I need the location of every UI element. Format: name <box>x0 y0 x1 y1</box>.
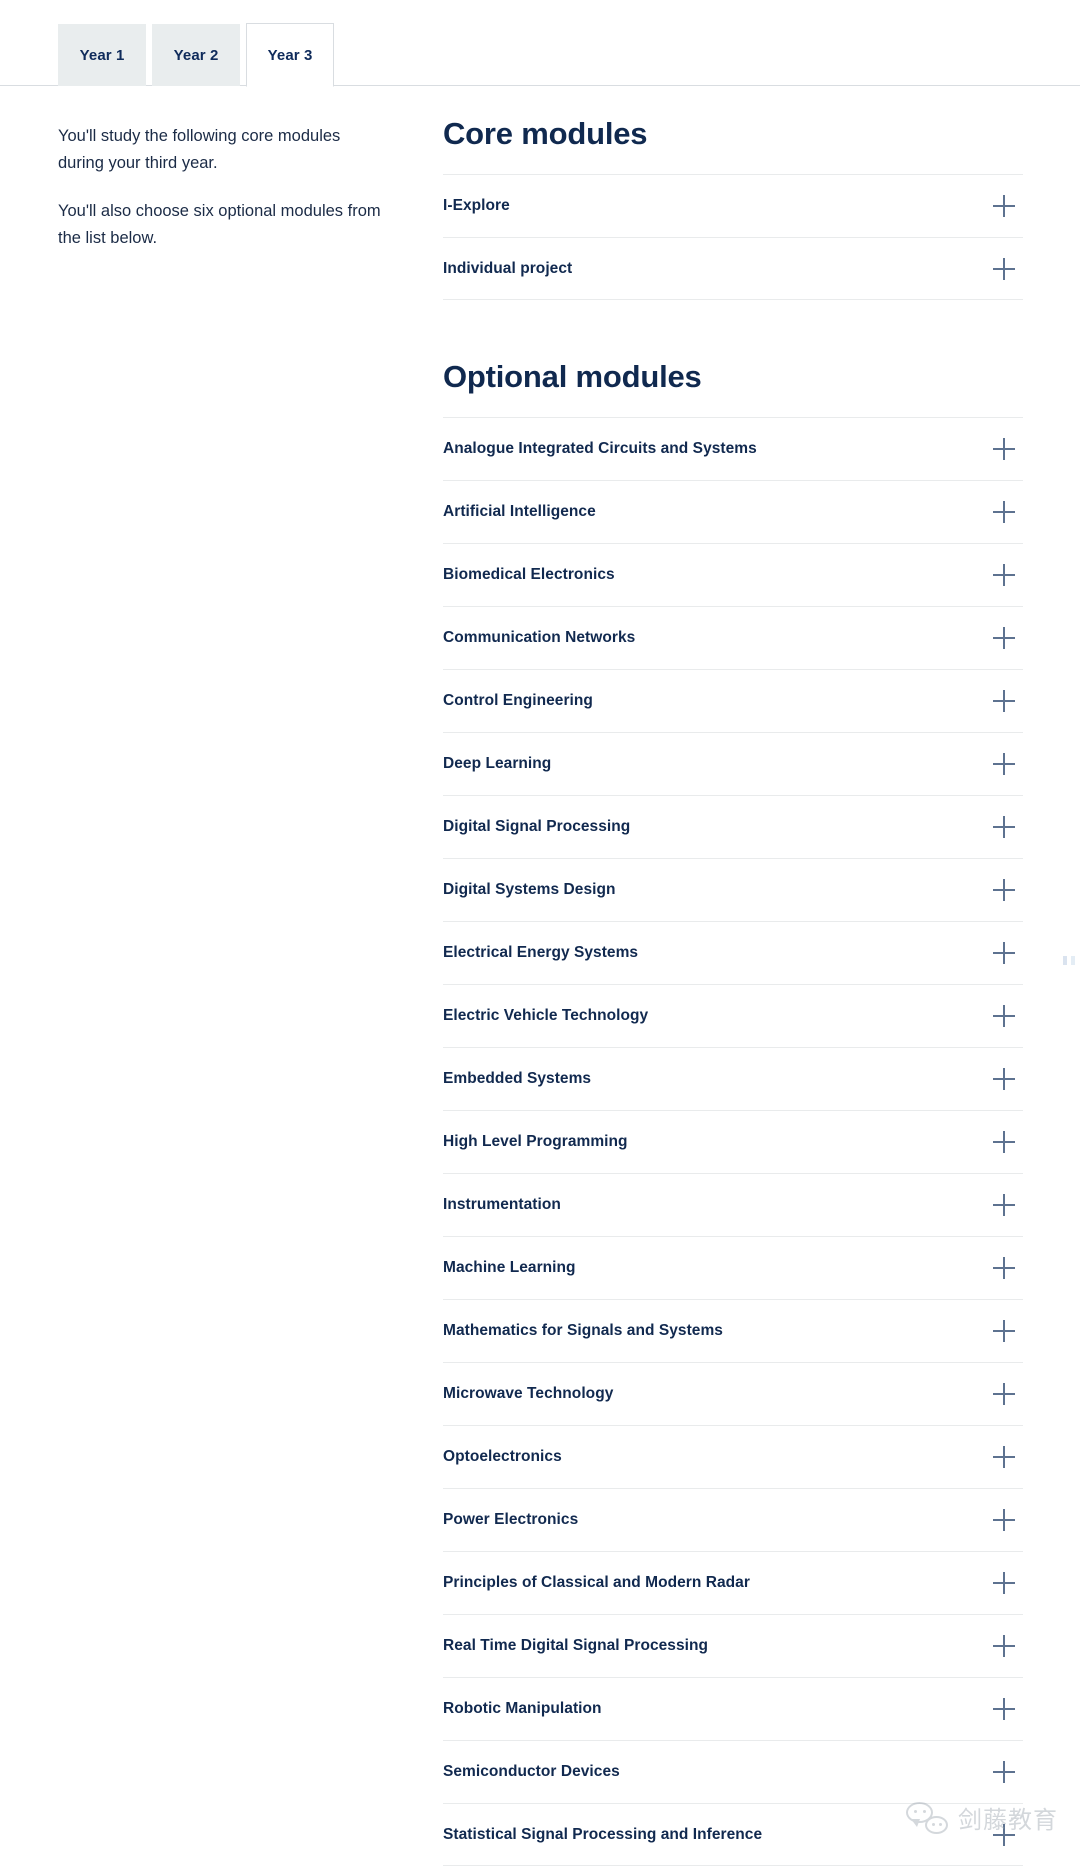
plus-icon[interactable] <box>993 1509 1015 1532</box>
accordion-item-optional-19[interactable]: Principles of Classical and Modern Radar <box>443 1551 1023 1614</box>
core-modules-heading: Core modules <box>443 116 648 151</box>
plus-icon[interactable] <box>993 942 1015 965</box>
module-title: Principles of Classical and Modern Radar <box>443 1574 750 1592</box>
plus-icon[interactable] <box>993 627 1015 650</box>
plus-icon[interactable] <box>993 564 1015 587</box>
module-title: Power Electronics <box>443 1511 579 1529</box>
accordion-item-optional-15[interactable]: Mathematics for Signals and Systems <box>443 1299 1023 1362</box>
accordion-item-optional-17[interactable]: Optoelectronics <box>443 1425 1023 1488</box>
module-title: Digital Systems Design <box>443 881 616 899</box>
module-title: Embedded Systems <box>443 1070 592 1088</box>
tab-year-1[interactable]: Year 1 <box>58 24 146 86</box>
optional-modules-accordion: Analogue Integrated Circuits and Systems… <box>443 417 1023 1867</box>
module-title: Mathematics for Signals and Systems <box>443 1322 723 1340</box>
plus-icon[interactable] <box>993 438 1015 461</box>
accordion-item-optional-5[interactable]: Control Engineering <box>443 669 1023 732</box>
module-title: High Level Programming <box>443 1133 628 1151</box>
intro-paragraph-2: You'll also choose six optional modules … <box>58 202 381 248</box>
accordion-item-optional-23[interactable]: Statistical Signal Processing and Infere… <box>443 1803 1023 1867</box>
plus-icon[interactable] <box>993 816 1015 839</box>
tab-year-2[interactable]: Year 2 <box>152 24 240 86</box>
module-title: Optoelectronics <box>443 1448 562 1466</box>
module-title: Real Time Digital Signal Processing <box>443 1637 709 1655</box>
plus-icon[interactable] <box>993 1194 1015 1217</box>
accordion-item-core-1[interactable]: I-Explore <box>443 174 1023 237</box>
module-title: Electric Vehicle Technology <box>443 1007 649 1025</box>
accordion-item-optional-21[interactable]: Robotic Manipulation <box>443 1677 1023 1740</box>
tab-year-1-label: Year 1 <box>79 47 125 64</box>
plus-icon[interactable] <box>993 1383 1015 1406</box>
plus-icon[interactable] <box>993 1823 1015 1846</box>
module-title: Semiconductor Devices <box>443 1763 620 1781</box>
module-title: I-Explore <box>443 197 510 215</box>
plus-icon[interactable] <box>993 1068 1015 1091</box>
accordion-item-optional-3[interactable]: Biomedical Electronics <box>443 543 1023 606</box>
module-title: Deep Learning <box>443 755 552 773</box>
accordion-item-optional-11[interactable]: Embedded Systems <box>443 1047 1023 1110</box>
edge-artifact <box>1062 952 1080 970</box>
accordion-item-optional-4[interactable]: Communication Networks <box>443 606 1023 669</box>
plus-icon[interactable] <box>993 1257 1015 1280</box>
accordion-item-optional-18[interactable]: Power Electronics <box>443 1488 1023 1551</box>
module-title: Biomedical Electronics <box>443 566 615 584</box>
plus-icon[interactable] <box>993 879 1015 902</box>
tab-year-2-label: Year 2 <box>173 47 219 64</box>
accordion-item-optional-12[interactable]: High Level Programming <box>443 1110 1023 1173</box>
accordion-item-optional-10[interactable]: Electric Vehicle Technology <box>443 984 1023 1047</box>
plus-icon[interactable] <box>993 690 1015 713</box>
tab-year-3[interactable]: Year 3 <box>246 23 334 87</box>
plus-icon[interactable] <box>993 1320 1015 1343</box>
plus-icon[interactable] <box>993 1131 1015 1154</box>
plus-icon[interactable] <box>993 1635 1015 1658</box>
module-title: Statistical Signal Processing and Infere… <box>443 1825 763 1843</box>
accordion-item-optional-20[interactable]: Real Time Digital Signal Processing <box>443 1614 1023 1677</box>
module-title: Machine Learning <box>443 1259 576 1277</box>
plus-icon[interactable] <box>993 195 1015 218</box>
accordion-item-optional-16[interactable]: Microwave Technology <box>443 1362 1023 1425</box>
modules-column: Core modules I-Explore Individual projec… <box>443 115 1023 1867</box>
accordion-item-optional-6[interactable]: Deep Learning <box>443 732 1023 795</box>
accordion-item-optional-7[interactable]: Digital Signal Processing <box>443 795 1023 858</box>
course-modules-page: Year 1 Year 2 Year 3 You'll study the fo… <box>0 0 1080 1867</box>
module-title: Artificial Intelligence <box>443 503 596 521</box>
accordion-item-optional-13[interactable]: Instrumentation <box>443 1173 1023 1236</box>
optional-modules-heading: Optional modules <box>443 359 702 395</box>
tab-year-3-label: Year 3 <box>267 46 313 64</box>
core-modules-accordion: I-Explore Individual project <box>443 174 1023 301</box>
accordion-item-optional-8[interactable]: Digital Systems Design <box>443 858 1023 921</box>
tab-list: Year 1 Year 2 Year 3 <box>58 23 334 87</box>
year-tab-bar: Year 1 Year 2 Year 3 <box>0 0 1080 87</box>
module-title: Communication Networks <box>443 629 636 647</box>
plus-icon[interactable] <box>993 1005 1015 1028</box>
plus-icon[interactable] <box>993 1761 1015 1784</box>
intro-column: You'll study the following core modules … <box>58 123 388 252</box>
plus-icon[interactable] <box>993 1446 1015 1469</box>
plus-icon[interactable] <box>993 753 1015 776</box>
accordion-item-optional-1[interactable]: Analogue Integrated Circuits and Systems <box>443 417 1023 480</box>
plus-icon[interactable] <box>993 501 1015 524</box>
module-title: Digital Signal Processing <box>443 818 631 836</box>
module-title: Analogue Integrated Circuits and Systems <box>443 440 757 458</box>
module-title: Instrumentation <box>443 1196 561 1214</box>
module-title: Electrical Energy Systems <box>443 944 639 962</box>
accordion-item-optional-2[interactable]: Artificial Intelligence <box>443 480 1023 543</box>
module-title: Microwave Technology <box>443 1385 614 1403</box>
accordion-item-optional-22[interactable]: Semiconductor Devices <box>443 1740 1023 1803</box>
module-title: Robotic Manipulation <box>443 1700 602 1718</box>
module-title: Control Engineering <box>443 692 593 710</box>
accordion-item-optional-14[interactable]: Machine Learning <box>443 1236 1023 1299</box>
accordion-item-optional-9[interactable]: Electrical Energy Systems <box>443 921 1023 984</box>
plus-icon[interactable] <box>993 1698 1015 1721</box>
accordion-item-core-2[interactable]: Individual project <box>443 237 1023 301</box>
plus-icon[interactable] <box>993 257 1015 280</box>
plus-icon[interactable] <box>993 1572 1015 1595</box>
intro-paragraph-1: You'll study the following core modules … <box>58 127 341 172</box>
module-title: Individual project <box>443 259 573 277</box>
